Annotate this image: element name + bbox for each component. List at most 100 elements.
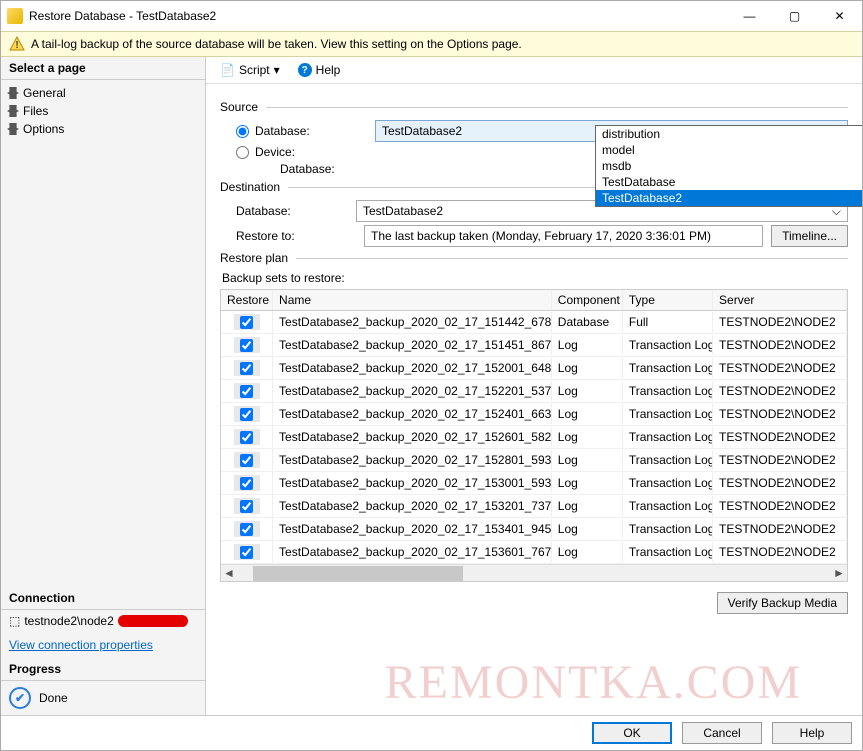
restore-checkbox[interactable] xyxy=(240,385,253,398)
dropdown-option[interactable]: TestDatabase xyxy=(596,174,862,190)
cell-type: Transaction Log xyxy=(623,335,713,355)
source-sub-database-label: Database: xyxy=(280,162,370,176)
source-device-label: Device: xyxy=(255,145,375,159)
restore-checkbox[interactable] xyxy=(240,339,253,352)
cell-type: Full xyxy=(623,312,713,332)
timeline-button[interactable]: Timeline... xyxy=(771,225,848,247)
col-server[interactable]: Server xyxy=(713,290,847,310)
restore-checkbox[interactable] xyxy=(240,500,253,513)
minimize-button[interactable]: — xyxy=(727,1,772,31)
source-database-value: TestDatabase2 xyxy=(382,124,462,138)
restore-checkbox[interactable] xyxy=(240,546,253,559)
cell-component: Log xyxy=(552,358,623,378)
select-page-header: Select a page xyxy=(1,57,205,80)
progress-header: Progress xyxy=(1,658,205,681)
maximize-button[interactable]: ▢ xyxy=(772,1,817,31)
cell-type: Transaction Log xyxy=(623,496,713,516)
destination-group-label: Destination xyxy=(220,180,280,194)
restore-checkbox[interactable] xyxy=(240,431,253,444)
restore-checkbox[interactable] xyxy=(240,316,253,329)
cell-type: Transaction Log xyxy=(623,450,713,470)
table-row[interactable]: TestDatabase2_backup_2020_02_17_151442_6… xyxy=(221,311,847,334)
cell-name: TestDatabase2_backup_2020_02_17_152601_5… xyxy=(273,427,552,447)
right-panel: 📄 Script ▾ ? Help Source Database: TestD… xyxy=(206,57,862,715)
table-row[interactable]: TestDatabase2_backup_2020_02_17_153201_7… xyxy=(221,495,847,518)
scroll-right-arrow[interactable]: ► xyxy=(831,566,847,580)
dropdown-option[interactable]: TestDatabase2 xyxy=(596,190,862,206)
cell-server: TESTNODE2\NODE2 xyxy=(713,312,847,332)
cell-server: TESTNODE2\NODE2 xyxy=(713,335,847,355)
table-row[interactable]: TestDatabase2_backup_2020_02_17_152001_6… xyxy=(221,357,847,380)
done-icon: ✔ xyxy=(9,687,31,709)
cell-server: TESTNODE2\NODE2 xyxy=(713,496,847,516)
page-item-general[interactable]: General xyxy=(1,84,205,102)
source-device-radio[interactable] xyxy=(236,146,249,159)
cell-name: TestDatabase2_backup_2020_02_17_153601_7… xyxy=(273,542,552,562)
table-row[interactable]: TestDatabase2_backup_2020_02_17_152201_5… xyxy=(221,380,847,403)
destination-database-label: Database: xyxy=(236,204,356,218)
verify-backup-media-button[interactable]: Verify Backup Media xyxy=(717,592,848,614)
help-button[interactable]: ? Help xyxy=(292,61,347,79)
cell-server: TESTNODE2\NODE2 xyxy=(713,404,847,424)
page-item-options[interactable]: Options xyxy=(1,120,205,138)
table-row[interactable]: TestDatabase2_backup_2020_02_17_153401_9… xyxy=(221,518,847,541)
restore-checkbox[interactable] xyxy=(240,362,253,375)
cell-server: TESTNODE2\NODE2 xyxy=(713,473,847,493)
script-button[interactable]: 📄 Script ▾ xyxy=(214,61,286,79)
script-label: Script xyxy=(239,63,270,77)
restore-checkbox[interactable] xyxy=(240,477,253,490)
cell-type: Transaction Log xyxy=(623,381,713,401)
warning-text: A tail-log backup of the source database… xyxy=(31,37,522,51)
form-area: Source Database: TestDatabase2 ⌵ Device:… xyxy=(206,84,862,715)
app-icon xyxy=(7,8,23,24)
scroll-left-arrow[interactable]: ◄ xyxy=(221,566,237,580)
dropdown-option[interactable]: distribution xyxy=(596,126,862,142)
source-database-dropdown-list[interactable]: distributionmodelmsdbTestDatabaseTestDat… xyxy=(595,125,862,207)
help-bottom-button[interactable]: Help xyxy=(772,722,852,744)
restore-checkbox[interactable] xyxy=(240,408,253,421)
restore-checkbox[interactable] xyxy=(240,454,253,467)
col-type[interactable]: Type xyxy=(623,290,713,310)
table-row[interactable]: TestDatabase2_backup_2020_02_17_151451_8… xyxy=(221,334,847,357)
table-row[interactable]: TestDatabase2_backup_2020_02_17_153001_5… xyxy=(221,472,847,495)
ok-button[interactable]: OK xyxy=(592,722,672,744)
table-row[interactable]: TestDatabase2_backup_2020_02_17_152401_6… xyxy=(221,403,847,426)
toolbar: 📄 Script ▾ ? Help xyxy=(206,57,862,84)
cell-server: TESTNODE2\NODE2 xyxy=(713,427,847,447)
col-restore[interactable]: Restore xyxy=(221,290,273,310)
source-database-radio[interactable] xyxy=(236,125,249,138)
scroll-thumb[interactable] xyxy=(253,566,463,581)
table-header: Restore Name Component Type Server xyxy=(221,290,847,311)
cell-name: TestDatabase2_backup_2020_02_17_152401_6… xyxy=(273,404,552,424)
table-row[interactable]: TestDatabase2_backup_2020_02_17_152801_5… xyxy=(221,449,847,472)
restore-checkbox[interactable] xyxy=(240,523,253,536)
warning-bar: ! A tail-log backup of the source databa… xyxy=(1,31,862,57)
dropdown-option[interactable]: msdb xyxy=(596,158,862,174)
cell-name: TestDatabase2_backup_2020_02_17_153001_5… xyxy=(273,473,552,493)
close-button[interactable]: ✕ xyxy=(817,1,862,31)
backup-sets-table: Restore Name Component Type Server TestD… xyxy=(220,289,848,582)
page-item-files[interactable]: Files xyxy=(1,102,205,120)
cancel-button[interactable]: Cancel xyxy=(682,722,762,744)
dropdown-option[interactable]: model xyxy=(596,142,862,158)
cell-type: Transaction Log xyxy=(623,542,713,562)
warning-icon: ! xyxy=(9,36,25,52)
cell-name: TestDatabase2_backup_2020_02_17_151451_8… xyxy=(273,335,552,355)
cell-server: TESTNODE2\NODE2 xyxy=(713,450,847,470)
page-list: GeneralFilesOptions xyxy=(1,80,205,142)
cell-component: Log xyxy=(552,496,623,516)
table-row[interactable]: TestDatabase2_backup_2020_02_17_153601_7… xyxy=(221,541,847,564)
bottom-bar: REMONTKA.COM OK Cancel Help xyxy=(1,715,862,750)
cell-type: Transaction Log xyxy=(623,473,713,493)
col-name[interactable]: Name xyxy=(273,290,552,310)
horizontal-scrollbar[interactable]: ◄ ► xyxy=(221,564,847,581)
view-connection-properties-link[interactable]: View connection properties xyxy=(1,632,205,658)
script-icon: 📄 xyxy=(220,63,235,77)
help-icon: ? xyxy=(298,63,312,77)
cell-component: Log xyxy=(552,335,623,355)
table-row[interactable]: TestDatabase2_backup_2020_02_17_152601_5… xyxy=(221,426,847,449)
cell-type: Transaction Log xyxy=(623,358,713,378)
col-component[interactable]: Component xyxy=(552,290,623,310)
cell-component: Log xyxy=(552,473,623,493)
source-group-label: Source xyxy=(220,100,258,114)
